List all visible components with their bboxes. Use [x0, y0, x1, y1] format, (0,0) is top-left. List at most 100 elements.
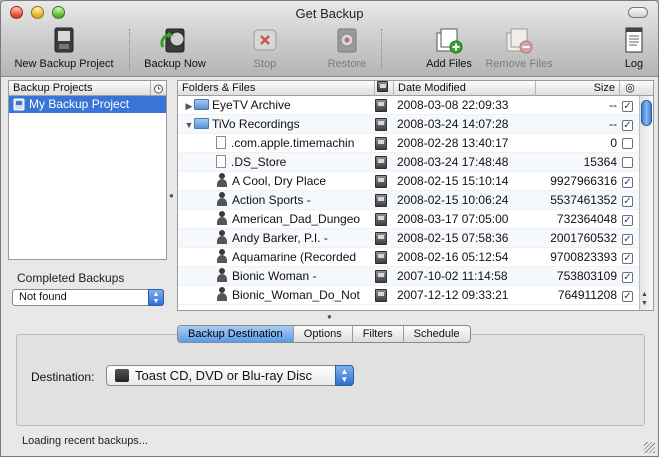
disk-icon: [375, 194, 387, 207]
table-row[interactable]: ▼ TiVo Recordings 2008-03-24 14:07:28 -- …: [178, 115, 640, 134]
add-files-label: Add Files: [426, 58, 472, 70]
include-checkbox[interactable]: ✓: [622, 291, 633, 302]
include-checkbox[interactable]: ✓: [622, 234, 633, 245]
table-row[interactable]: Action Sports - 2008-02-15 10:06:24 5537…: [178, 191, 640, 210]
project-icon: [13, 98, 25, 111]
project-item-label: My Backup Project: [29, 97, 130, 111]
resize-grip-icon[interactable]: [644, 442, 655, 453]
file-date: 2008-03-24 17:48:48: [397, 155, 509, 169]
files-vertical-scrollbar[interactable]: ▲ ▼: [639, 96, 653, 310]
file-size: 0: [610, 136, 617, 150]
alarm-clock-icon[interactable]: [150, 81, 166, 95]
tivo-recording-icon: [216, 173, 228, 187]
file-size: 5537461352: [550, 193, 617, 207]
file-date: 2008-03-08 22:09:33: [397, 98, 509, 112]
file-size: 9700823393: [550, 250, 617, 264]
file-date: 2008-02-15 15:10:14: [397, 174, 509, 188]
file-name: Andy Barker, P.I. -: [232, 231, 328, 245]
file-name: TiVo Recordings: [212, 117, 300, 131]
document-icon: [216, 155, 226, 168]
disclosure-down-icon[interactable]: ▼: [184, 116, 194, 134]
file-name: EyeTV Archive: [212, 98, 291, 112]
new-project-icon: [49, 25, 79, 55]
table-row[interactable]: .com.apple.timemachin 2008-02-28 13:40:1…: [178, 134, 640, 153]
backup-now-button[interactable]: Backup Now: [137, 23, 213, 75]
file-name: Aquamarine (Recorded: [232, 250, 357, 264]
destination-select[interactable]: Toast CD, DVD or Blu-ray Disc ▲ ▼: [106, 365, 354, 386]
file-name: Bionic Woman -: [232, 269, 317, 283]
file-name: Action Sports -: [232, 193, 311, 207]
completed-backups-value: Not found: [19, 291, 67, 303]
file-size: 2001760532: [550, 231, 617, 245]
tivo-recording-icon: [216, 211, 228, 225]
include-checkbox[interactable]: ✓: [622, 272, 633, 283]
stop-icon: [250, 25, 280, 55]
column-disk[interactable]: [375, 81, 394, 96]
tab-backup-destination[interactable]: Backup Destination: [178, 326, 294, 342]
disk-icon: [375, 232, 387, 245]
split-view-handle[interactable]: ●: [327, 312, 332, 321]
completed-backups-label: Completed Backups: [17, 271, 125, 285]
table-row[interactable]: ▶ EyeTV Archive 2008-03-08 22:09:33 -- ✓: [178, 96, 640, 115]
file-size: 9927966316: [550, 174, 617, 188]
backup-projects-header-label: Backup Projects: [13, 82, 93, 94]
table-row[interactable]: Andy Barker, P.I. - 2008-02-15 07:58:36 …: [178, 229, 640, 248]
new-backup-project-button[interactable]: New Backup Project: [10, 23, 118, 75]
backup-projects-header[interactable]: Backup Projects: [9, 81, 166, 96]
tab-schedule[interactable]: Schedule: [404, 326, 470, 342]
project-item[interactable]: My Backup Project: [9, 96, 166, 113]
disclosure-right-icon[interactable]: ▶: [184, 97, 194, 115]
tab-filters[interactable]: Filters: [353, 326, 404, 342]
column-folders-files[interactable]: Folders & Files: [178, 81, 375, 96]
split-view-handle[interactable]: ●: [169, 191, 174, 200]
tab-options[interactable]: Options: [294, 326, 353, 342]
scroll-arrows-icon[interactable]: ▲ ▼: [641, 290, 648, 308]
stop-button[interactable]: Stop: [241, 23, 289, 75]
settings-tabs: Backup Destination Options Filters Sched…: [177, 325, 471, 343]
column-date-modified[interactable]: Date Modified: [394, 81, 536, 96]
log-button[interactable]: Log: [617, 23, 651, 75]
select-arrows-icon: ▲ ▼: [335, 365, 354, 386]
file-size: --: [609, 117, 617, 131]
disk-icon: [375, 137, 387, 150]
table-row[interactable]: Aquamarine (Recorded 2008-02-16 05:12:54…: [178, 248, 640, 267]
add-files-button[interactable]: Add Files: [421, 23, 477, 75]
scrollbar-thumb[interactable]: [641, 100, 652, 126]
include-checkbox[interactable]: [622, 157, 633, 168]
disk-icon: [375, 156, 387, 169]
include-checkbox[interactable]: ✓: [622, 101, 633, 112]
disk-icon: [375, 118, 387, 131]
table-row[interactable]: .DS_Store 2008-03-24 17:48:48 15364: [178, 153, 640, 172]
disk-column-icon: [377, 81, 388, 92]
completed-backups-select[interactable]: Not found ▲ ▼: [12, 289, 164, 306]
column-include[interactable]: ◎: [620, 81, 640, 96]
table-row[interactable]: Bionic_Woman_Do_Not 2007-12-12 09:33:21 …: [178, 286, 640, 305]
include-checkbox[interactable]: ✓: [622, 215, 633, 226]
tivo-recording-icon: [216, 268, 228, 282]
app-window: Get Backup New Backup Project Backup Now…: [0, 0, 659, 457]
restore-button[interactable]: Restore: [321, 23, 373, 75]
log-label: Log: [624, 58, 644, 70]
status-text: Loading recent backups...: [22, 435, 148, 447]
include-checkbox[interactable]: ✓: [622, 253, 633, 264]
table-row[interactable]: American_Dad_Dungeo 2008-03-17 07:05:00 …: [178, 210, 640, 229]
table-row[interactable]: Bionic Woman - 2007-10-02 11:14:58 75380…: [178, 267, 640, 286]
include-checkbox[interactable]: [622, 138, 633, 149]
folder-icon: [194, 99, 209, 110]
file-size: 753803109: [556, 269, 617, 283]
restore-icon: [332, 25, 362, 55]
tivo-recording-icon: [216, 249, 228, 263]
include-checkbox[interactable]: ✓: [622, 120, 633, 131]
select-arrows-icon: ▲ ▼: [148, 289, 164, 306]
new-backup-project-label: New Backup Project: [14, 58, 114, 70]
toolbar-separator: [129, 29, 130, 69]
table-row[interactable]: A Cool, Dry Place 2008-02-15 15:10:14 99…: [178, 172, 640, 191]
toolbar-toggle-button[interactable]: [628, 7, 648, 18]
include-checkbox[interactable]: ✓: [622, 196, 633, 207]
column-size[interactable]: Size: [536, 81, 620, 96]
file-size: --: [609, 98, 617, 112]
stop-label: Stop: [253, 58, 277, 70]
folder-icon: [194, 118, 209, 129]
remove-files-button[interactable]: Remove Files: [483, 23, 555, 75]
include-checkbox[interactable]: ✓: [622, 177, 633, 188]
